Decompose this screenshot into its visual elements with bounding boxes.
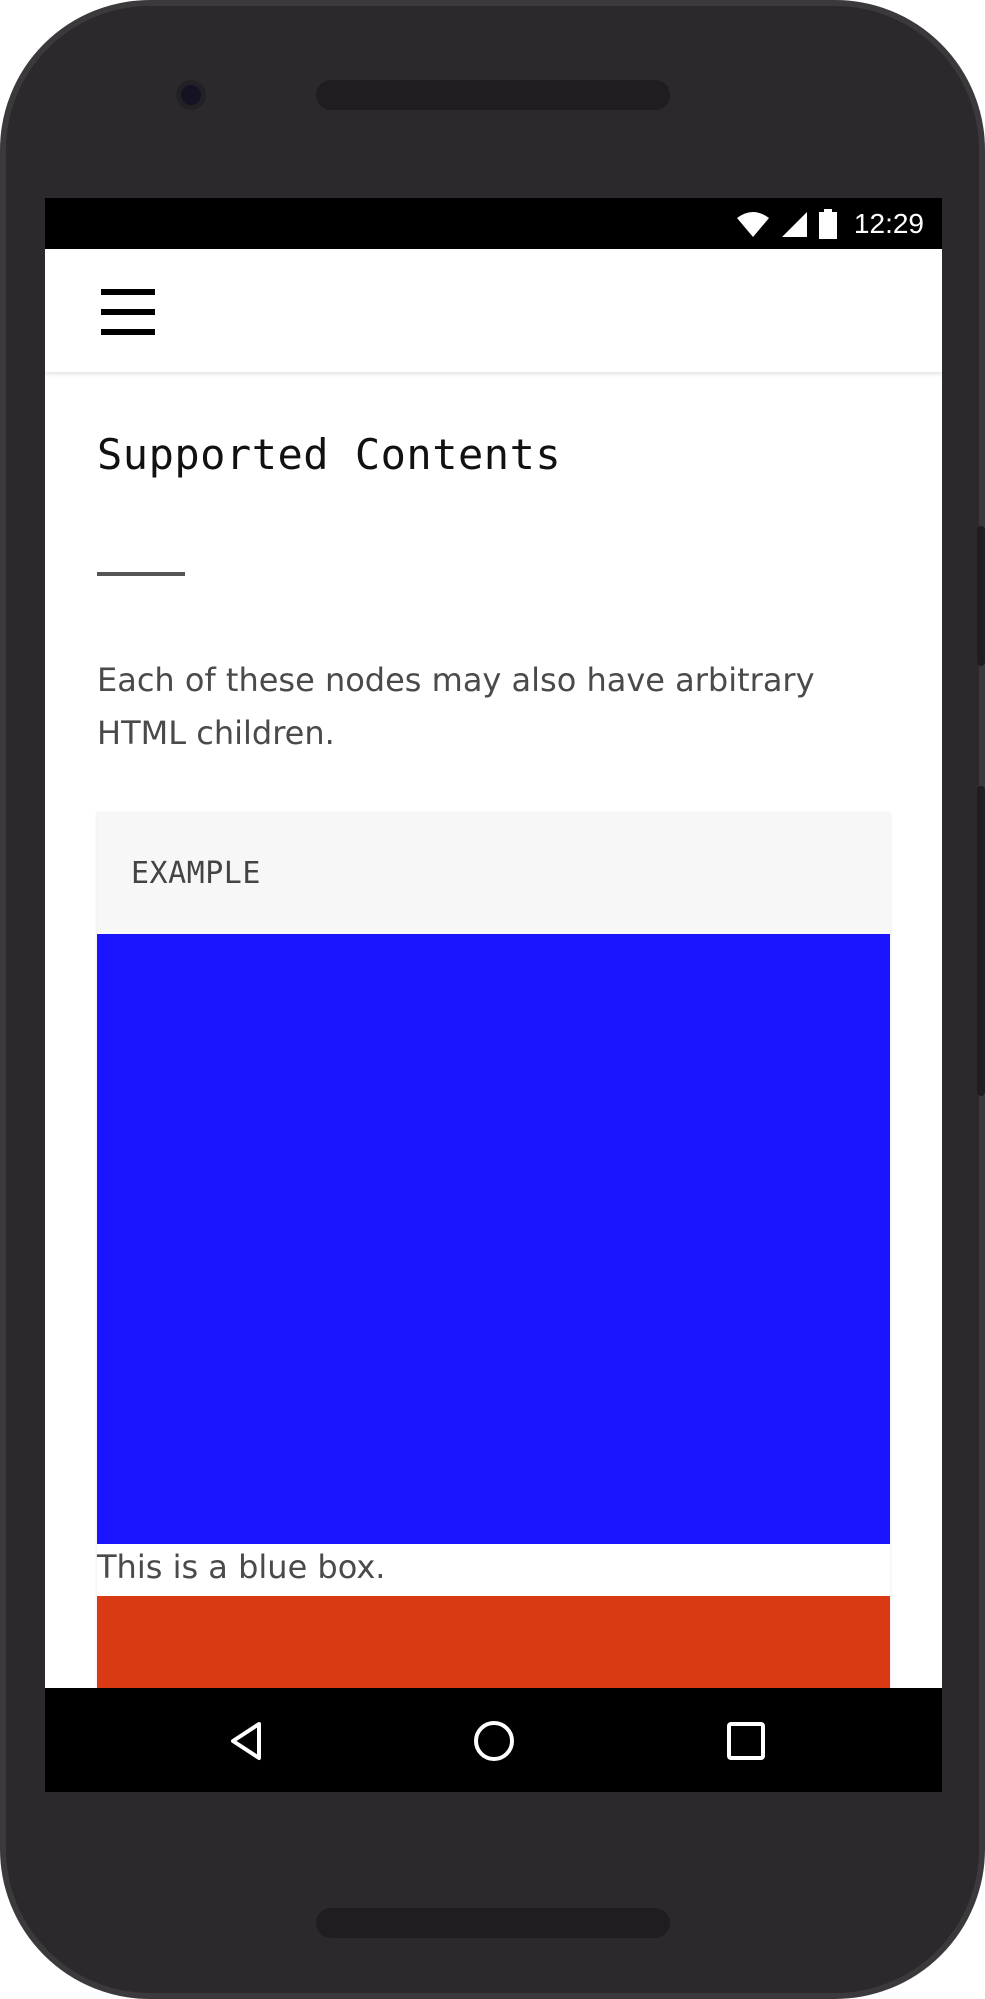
power-button [977, 786, 985, 1096]
menu-line [101, 289, 155, 295]
device-screen: 12:29 Supported Contents Each of these n… [45, 198, 942, 1792]
home-circle-icon[interactable] [469, 1716, 519, 1766]
title-divider [97, 572, 185, 576]
menu-line [101, 329, 155, 335]
page-description: Each of these nodes may also have arbitr… [97, 661, 815, 752]
cell-signal-icon [781, 212, 807, 237]
phone-frame: 12:29 Supported Contents Each of these n… [0, 0, 985, 1999]
back-triangle-icon[interactable] [223, 1716, 273, 1766]
page-content: Supported Contents Each of these nodes m… [45, 372, 942, 1716]
hamburger-menu-icon[interactable] [101, 289, 155, 335]
top-speaker [316, 80, 670, 110]
blue-box [97, 934, 890, 1544]
volume-button [977, 526, 985, 666]
page-title: Supported Contents [97, 430, 562, 479]
bottom-speaker [316, 1908, 670, 1938]
wifi-icon [736, 212, 769, 237]
menu-line [101, 309, 155, 315]
status-time: 12:29 [853, 208, 924, 239]
example-header: EXAMPLE [97, 812, 890, 934]
status-bar: 12:29 [45, 198, 942, 249]
navigation-bar [45, 1688, 942, 1792]
status-icons: 12:29 [736, 206, 924, 242]
blue-box-caption: This is a blue box. [97, 1548, 386, 1586]
example-card: EXAMPLE This is a blue box. [97, 812, 890, 1716]
app-bar [45, 249, 942, 372]
example-label: EXAMPLE [131, 856, 261, 891]
battery-icon [818, 209, 837, 239]
front-camera [176, 80, 206, 110]
recents-square-icon[interactable] [721, 1716, 771, 1766]
